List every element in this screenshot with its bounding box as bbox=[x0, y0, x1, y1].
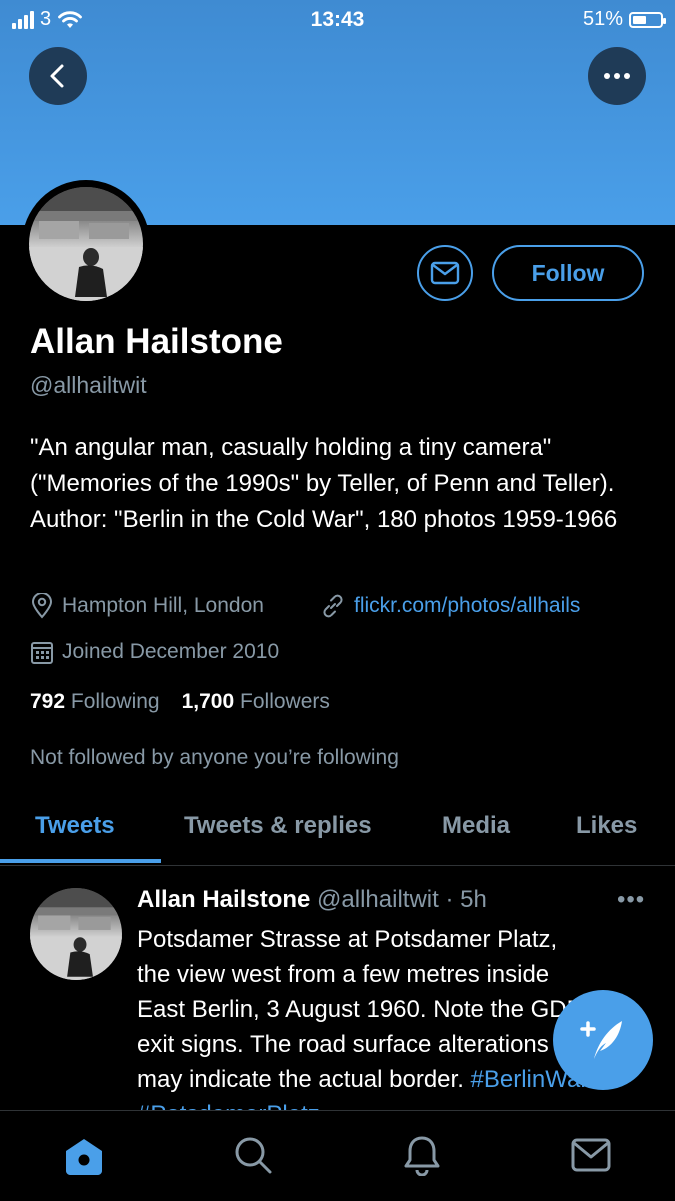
location-icon bbox=[31, 593, 53, 619]
search-icon bbox=[235, 1137, 272, 1174]
compose-tweet-icon bbox=[580, 1021, 622, 1059]
tweet-avatar[interactable] bbox=[30, 888, 122, 980]
more-options-button[interactable] bbox=[588, 47, 646, 105]
more-icon bbox=[604, 73, 630, 79]
tweet-meta: @allhailtwit · 5h bbox=[317, 886, 487, 913]
calendar-icon bbox=[31, 642, 53, 664]
tweet-line: the view west from a few metres inside bbox=[137, 961, 550, 988]
tab-tweets[interactable]: Tweets bbox=[35, 812, 115, 840]
tab-tweets-replies[interactable]: Tweets & replies bbox=[184, 812, 372, 840]
message-button[interactable] bbox=[417, 245, 473, 301]
follow-button[interactable]: Follow bbox=[492, 245, 644, 301]
following-stat[interactable]: 792 Following bbox=[30, 690, 160, 714]
website-row[interactable]: flickr.com/photos/allhails bbox=[320, 593, 580, 619]
status-bar: 3 13:43 51% bbox=[0, 0, 675, 40]
home-icon bbox=[66, 1139, 102, 1175]
joined-row: Joined December 2010 bbox=[30, 639, 279, 665]
followers-label: Followers bbox=[240, 690, 330, 713]
back-arrow-icon bbox=[50, 64, 64, 88]
tweet-header: Allan Hailstone @allhailtwit · 5h bbox=[137, 886, 487, 914]
link-icon bbox=[323, 594, 343, 618]
notifications-icon bbox=[404, 1136, 440, 1176]
compose-tweet-button[interactable] bbox=[553, 990, 653, 1090]
location-text: Hampton Hill, London bbox=[62, 594, 264, 617]
avatar-photo bbox=[29, 187, 143, 301]
back-button[interactable] bbox=[29, 47, 87, 105]
tweet-line: Potsdamer Strasse at Potsdamer Platz, bbox=[137, 926, 558, 953]
mail-icon bbox=[430, 261, 460, 285]
follow-counts: 792 Following 1,700 Followers bbox=[30, 690, 330, 714]
nav-notifications[interactable] bbox=[400, 1133, 444, 1177]
following-label: Following bbox=[70, 690, 160, 713]
profile-tabs: Tweets Tweets & replies Media Likes bbox=[0, 800, 675, 866]
active-tab-indicator bbox=[0, 859, 161, 863]
profile-bio: "An angular man, casually holding a tiny… bbox=[30, 434, 618, 533]
followers-stat[interactable]: 1,700 Followers bbox=[182, 690, 330, 714]
clock: 13:43 bbox=[310, 8, 365, 31]
bottom-navigation bbox=[0, 1110, 675, 1201]
not-followed-notice: Not followed by anyone you’re following bbox=[30, 746, 399, 769]
nav-home[interactable] bbox=[62, 1133, 106, 1177]
profile-handle: @allhailtwit bbox=[30, 372, 147, 398]
nav-search[interactable] bbox=[231, 1133, 275, 1177]
following-count: 792 bbox=[30, 690, 66, 713]
tweet-more-icon[interactable]: ••• bbox=[617, 886, 645, 914]
profile-name: Allan Hailstone bbox=[30, 322, 283, 361]
tweet-line-text: may indicate the actual border. bbox=[137, 1066, 471, 1093]
messages-icon bbox=[571, 1138, 611, 1172]
followers-count: 1,700 bbox=[181, 690, 235, 713]
battery-percent: 51% bbox=[582, 8, 623, 30]
joined-text: Joined December 2010 bbox=[62, 640, 280, 663]
location-row: Hampton Hill, London bbox=[30, 593, 264, 619]
tab-media[interactable]: Media bbox=[442, 812, 510, 840]
battery-indicator: 51% bbox=[582, 8, 666, 31]
tweet-author-name[interactable]: Allan Hailstone bbox=[137, 886, 310, 913]
website-link[interactable]: flickr.com/photos/allhails bbox=[354, 594, 580, 618]
nav-messages[interactable] bbox=[569, 1133, 613, 1177]
tab-likes[interactable]: Likes bbox=[576, 812, 637, 840]
profile-avatar[interactable] bbox=[22, 180, 150, 308]
battery-icon bbox=[629, 11, 666, 28]
